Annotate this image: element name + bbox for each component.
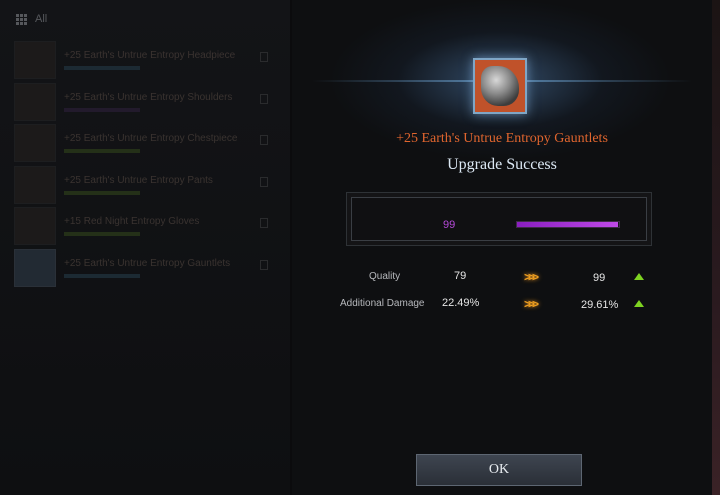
inventory-item[interactable]: +25 Earth's Untrue Entropy Pants — [10, 165, 280, 205]
triple-chevron-right-icon: >>> — [524, 297, 539, 311]
lock-icon[interactable] — [260, 259, 268, 270]
item-name: +15 Red Night Entropy Gloves — [64, 216, 200, 227]
inventory-item[interactable]: +25 Earth's Untrue Entropy Headpiece — [10, 40, 280, 80]
up-triangle-icon — [634, 300, 644, 307]
inventory-item[interactable]: +25 Earth's Untrue Entropy Gauntlets — [10, 248, 280, 288]
inventory-filter-header[interactable]: All — [0, 8, 306, 30]
background-art — [712, 0, 720, 495]
lock-icon[interactable] — [260, 52, 268, 62]
quality-bar-fill — [517, 222, 618, 227]
quality-bar — [64, 273, 140, 278]
lock-icon[interactable] — [260, 93, 268, 104]
item-icon-frame — [473, 58, 527, 114]
inventory-item[interactable]: +25 Earth's Untrue Entropy Shoulders — [10, 82, 280, 122]
lock-icon[interactable] — [260, 176, 268, 187]
quality-bar-track — [516, 221, 620, 228]
item-name: +25 Earth's Untrue Entropy Headpiece — [64, 50, 236, 61]
upgrade-result-dialog: +25 Earth's Untrue Entropy Gauntlets Upg… — [292, 0, 712, 495]
up-triangle-icon — [634, 273, 644, 280]
stat-after-quality: 99 — [593, 272, 606, 284]
item-name: +25 Earth's Untrue Entropy Shoulders — [64, 91, 233, 103]
item-thumbnail — [14, 124, 56, 162]
item-thumbnail — [14, 207, 56, 245]
quality-bar — [64, 66, 140, 70]
ok-button[interactable]: OK — [416, 454, 582, 486]
inventory-list: +25 Earth's Untrue Entropy Headpiece +25… — [10, 40, 280, 289]
item-name: +25 Earth's Untrue Entropy Chestpiece — [64, 133, 238, 144]
quality-bar — [64, 107, 140, 112]
triple-chevron-right-icon: >>> — [524, 270, 539, 284]
quality-bar — [64, 149, 140, 153]
stat-before-quality: 79 — [454, 270, 467, 282]
inventory-panel: All +25 Earth's Untrue Entropy Headpiece… — [0, 0, 290, 495]
item-name: +25 Earth's Untrue Entropy Gauntlets — [396, 131, 608, 146]
stat-label-quality: Quality — [369, 271, 401, 282]
item-thumbnail — [14, 41, 56, 79]
item-thumbnail — [14, 248, 56, 287]
quality-progress-panel: 99 — [346, 192, 652, 246]
item-name: +25 Earth's Untrue Entropy Gauntlets — [64, 257, 231, 269]
quality-progress-inner: 99 — [351, 197, 647, 241]
item-thumbnail — [14, 165, 56, 204]
quality-value: 99 — [443, 219, 456, 231]
grid-icon — [16, 13, 27, 25]
stat-after-additional-damage: 29.61% — [581, 299, 619, 311]
quality-bar — [64, 190, 140, 195]
item-name: +25 Earth's Untrue Entropy Pants — [64, 174, 213, 186]
gauntlet-icon — [481, 66, 519, 106]
lock-icon[interactable] — [260, 135, 268, 145]
dialog-title: Upgrade Success — [447, 156, 557, 173]
inventory-filter-label: All — [35, 13, 48, 25]
stat-before-additional-damage: 22.49% — [442, 297, 480, 309]
stat-label-additional-damage: Additional Damage — [340, 298, 425, 309]
inventory-item[interactable]: +25 Earth's Untrue Entropy Chestpiece — [10, 123, 280, 163]
inventory-item[interactable]: +15 Red Night Entropy Gloves — [10, 206, 280, 246]
quality-bar — [64, 232, 140, 236]
lock-icon[interactable] — [260, 218, 268, 228]
item-thumbnail — [14, 82, 56, 121]
